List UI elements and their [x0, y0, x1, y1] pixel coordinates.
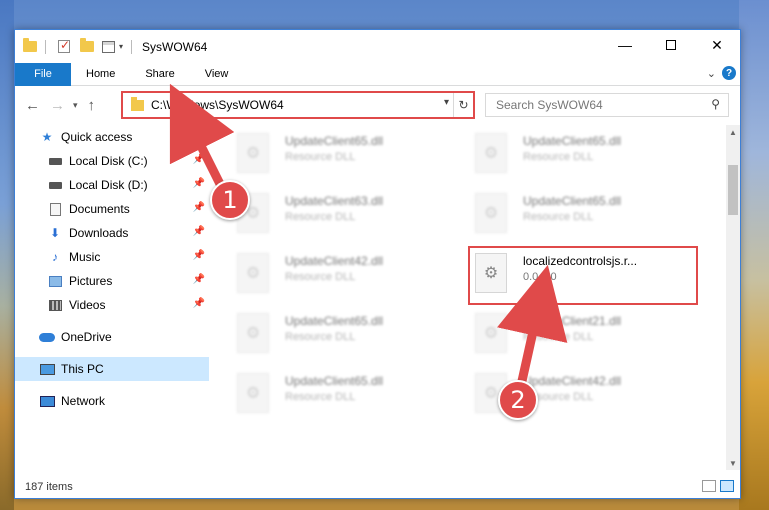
arrow-to-target-file — [497, 264, 568, 395]
step-1-badge: 1 — [210, 180, 250, 220]
annotation-arrows — [169, 83, 568, 395]
step-2-badge: 2 — [498, 380, 538, 420]
